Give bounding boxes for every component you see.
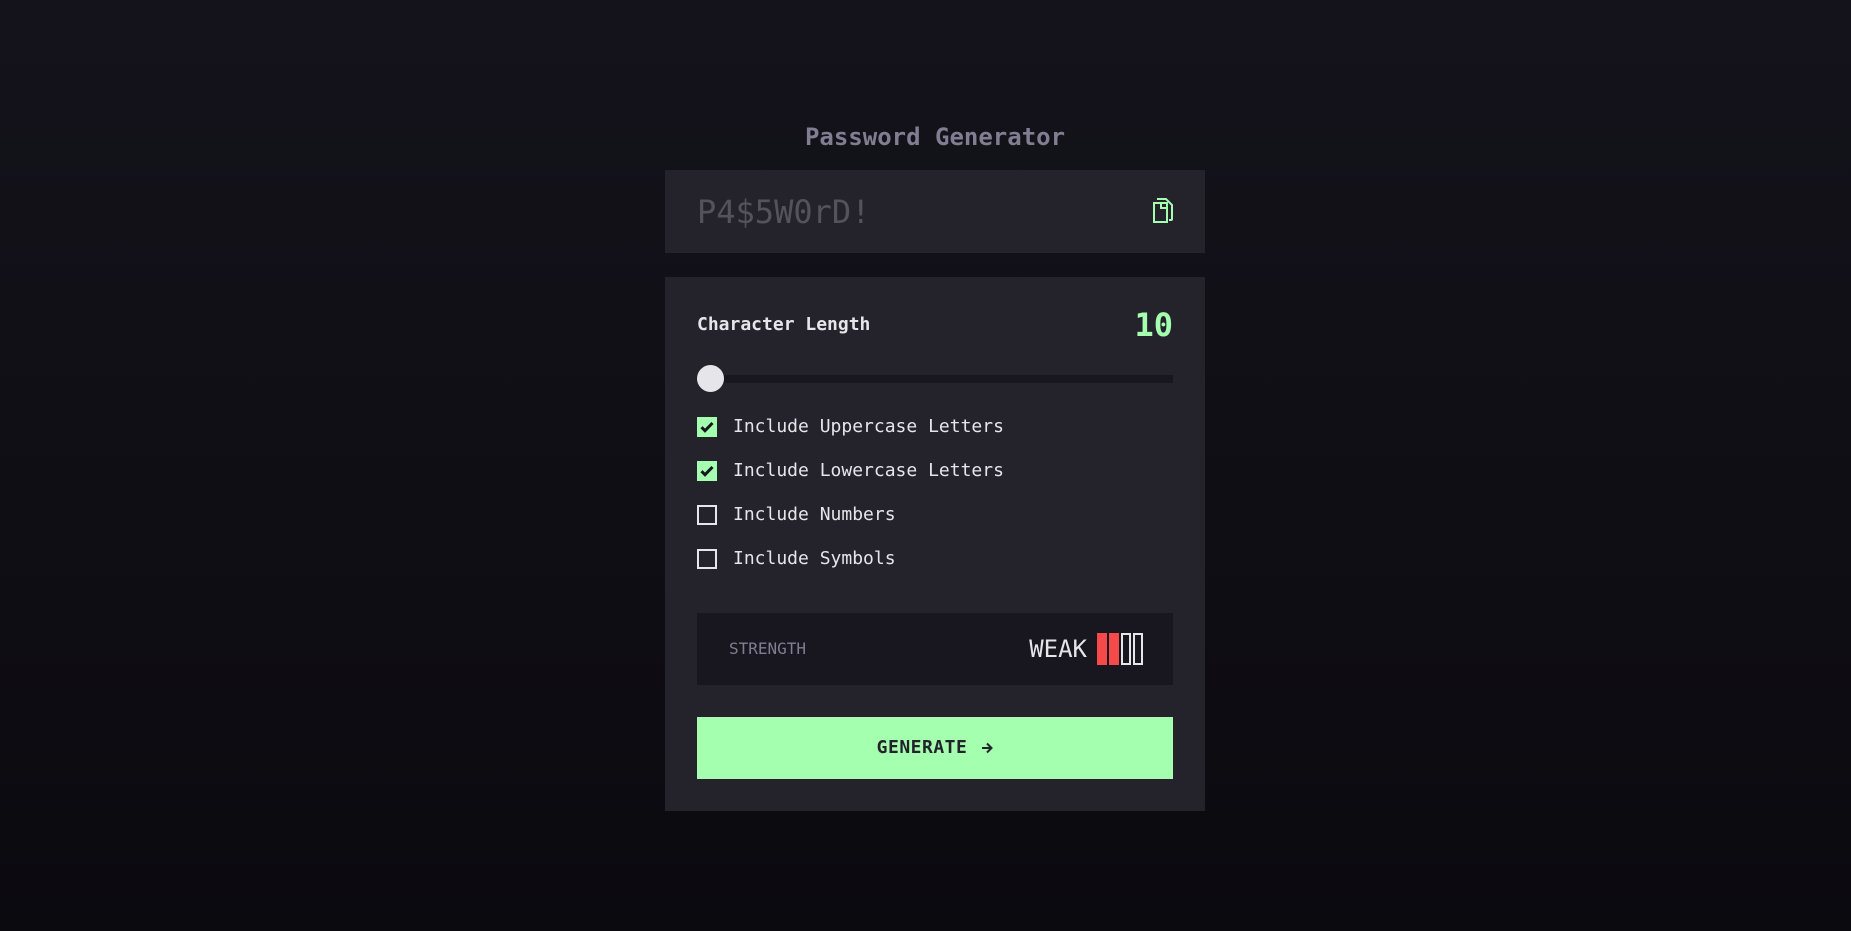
strength-label: STRENGTH: [729, 639, 807, 658]
check-icon: [700, 421, 714, 433]
length-slider-track[interactable]: [697, 375, 1173, 383]
option-symbols[interactable]: Include Symbols: [697, 547, 896, 571]
strength-level-text: WEAK: [1029, 635, 1087, 663]
copy-icon[interactable]: [1151, 198, 1175, 224]
arrow-right-icon: [981, 742, 994, 754]
generate-label: GENERATE: [876, 737, 968, 758]
checkbox-lowercase[interactable]: [697, 461, 717, 481]
strength-bar: [1133, 633, 1143, 665]
password-display: P4$5W0rD!: [665, 170, 1205, 253]
option-numbers[interactable]: Include Numbers: [697, 503, 896, 527]
option-label: Include Symbols: [733, 548, 896, 569]
character-length-value: 10: [1134, 306, 1173, 344]
generate-button[interactable]: GENERATE: [697, 717, 1173, 779]
option-label: Include Lowercase Letters: [733, 460, 1004, 481]
check-icon: [700, 465, 714, 477]
strength-bar: [1097, 633, 1107, 665]
length-slider-thumb[interactable]: [697, 365, 724, 392]
checkbox-uppercase[interactable]: [697, 417, 717, 437]
option-label: Include Uppercase Letters: [733, 416, 1004, 437]
option-lowercase[interactable]: Include Lowercase Letters: [697, 459, 1004, 483]
strength-bar: [1109, 633, 1119, 665]
strength-bar: [1121, 633, 1131, 665]
checkbox-numbers[interactable]: [697, 505, 717, 525]
strength-indicator: WEAK: [1029, 632, 1143, 666]
checkbox-symbols[interactable]: [697, 549, 717, 569]
character-length-label: Character Length: [697, 314, 871, 335]
settings-panel: Character Length 10 Include Uppercase Le…: [665, 277, 1205, 811]
page-title: Password Generator: [804, 123, 1066, 151]
option-label: Include Numbers: [733, 504, 896, 525]
password-text: P4$5W0rD!: [697, 193, 871, 231]
option-uppercase[interactable]: Include Uppercase Letters: [697, 415, 1004, 439]
strength-meter: STRENGTH WEAK: [697, 613, 1173, 685]
